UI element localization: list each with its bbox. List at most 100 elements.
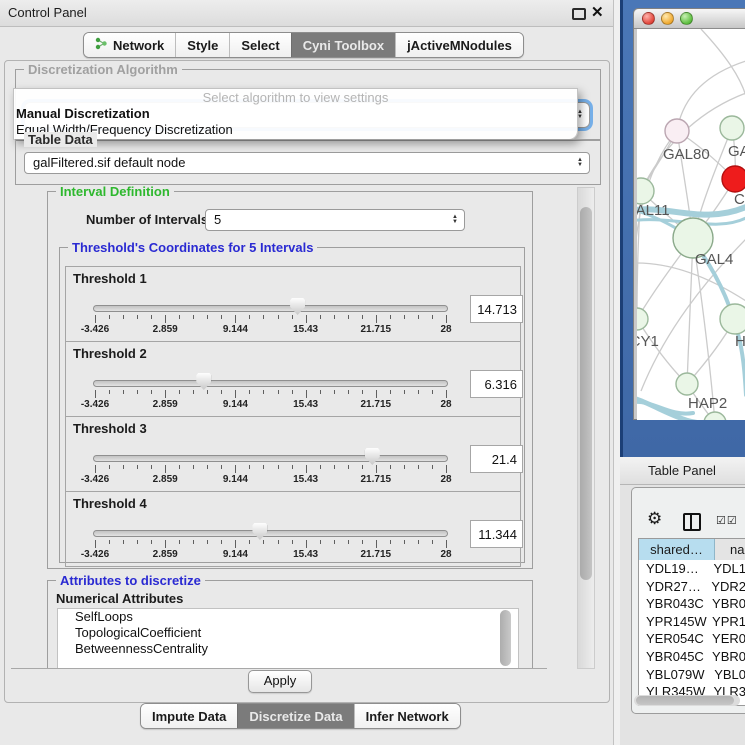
threshold-slider-thumb[interactable]	[365, 448, 380, 465]
slider-tick	[376, 540, 377, 548]
threshold-slider-thumb[interactable]	[290, 298, 305, 315]
algorithm-dropdown-hint: Select algorithm to view settings	[14, 89, 577, 106]
algorithm-dropdown-popup: Select algorithm to view settings Manual…	[13, 88, 578, 140]
close-traffic-light-icon[interactable]	[642, 12, 655, 25]
table-row[interactable]: YDR27…YDR2	[639, 578, 745, 596]
node-hap2[interactable]	[676, 373, 698, 395]
gear-icon[interactable]: ⚙	[647, 509, 662, 529]
tab-jactivemnodules[interactable]: jActiveMNodules	[395, 33, 523, 57]
tab-discretize-data[interactable]: Discretize Data	[237, 704, 353, 728]
node-label-ga: GA	[728, 143, 745, 160]
table-row[interactable]: YPR145WYPR1	[639, 613, 745, 631]
slider-tick	[123, 315, 124, 319]
algorithm-option-manual[interactable]: Manual Discretization	[14, 106, 577, 122]
thresholds-group-title: Threshold's Coordinates for 5 Intervals	[68, 240, 317, 255]
node-gcy1[interactable]	[637, 308, 648, 330]
network-canvas[interactable]: GAL80GACGAL11GAL4GCY1HHAP2	[637, 29, 745, 420]
slider-tick-label: 9.144	[223, 399, 248, 410]
table-row[interactable]: YBL079WYBL0	[639, 666, 745, 684]
number-of-intervals-combobox[interactable]: 5 ▲ ▼	[205, 209, 465, 231]
slider-tick	[165, 390, 166, 398]
tab-impute-data[interactable]: Impute Data	[141, 704, 237, 728]
table-cell: YDL19…	[639, 560, 710, 578]
threshold-value-field[interactable]: 11.344	[470, 520, 523, 548]
threshold-value-field[interactable]: 6.316	[470, 370, 523, 398]
slider-tick	[249, 315, 250, 319]
node-gal80[interactable]	[665, 119, 689, 143]
table-cell: YBL079W	[639, 666, 711, 684]
tab-network[interactable]: Network	[84, 33, 175, 57]
threshold-slider-track[interactable]	[93, 305, 448, 312]
table-hscrollbar-track[interactable]	[634, 695, 740, 706]
attributes-list-scrollbar[interactable]	[500, 610, 511, 666]
checkboxes-icon[interactable]: ☑☑	[716, 514, 738, 527]
threshold-slider-track[interactable]	[93, 530, 448, 537]
node-h[interactable]	[720, 304, 745, 334]
table-row[interactable]: YDL19…YDL1	[639, 560, 745, 578]
table-hscrollbar-thumb[interactable]	[636, 696, 734, 705]
slider-tick-label: 21.715	[361, 399, 392, 410]
attribute-item-selfloops[interactable]: SelfLoops	[58, 609, 518, 625]
slider-tick	[278, 465, 279, 469]
node-table[interactable]: shared…na YDL19…YDL1YDR27…YDR2YBR043CYBR…	[638, 538, 745, 706]
tab-label: jActiveMNodules	[407, 38, 512, 53]
column-header-shared-[interactable]: shared…	[639, 539, 715, 560]
table-panel: Table Panel ⚙ ☑☑ shared…na YDL19…YDL1YDR…	[620, 457, 745, 745]
algorithm-option-equal-width[interactable]: Equal Width/Frequency Discretization	[14, 122, 577, 138]
attribute-item-betweennesscentrality[interactable]: BetweennessCentrality	[58, 641, 518, 657]
table-row[interactable]: YER054CYER0	[639, 630, 745, 648]
column-header-na[interactable]: na	[715, 539, 745, 560]
minimize-traffic-light-icon[interactable]	[661, 12, 674, 25]
threshold-panel-3: Threshold 3-3.4262.8599.14415.4321.71528…	[65, 416, 521, 492]
network-edge	[701, 29, 745, 96]
discretization-algorithm-group-title: Discretization Algorithm	[24, 62, 182, 77]
threshold-label: Threshold 4	[73, 496, 147, 511]
float-window-icon[interactable]	[572, 8, 586, 20]
tab-cyni-toolbox[interactable]: Cyni Toolbox	[291, 33, 395, 57]
table-row[interactable]: YBR045CYBR0	[639, 648, 745, 666]
threshold-value-field[interactable]: 21.4	[470, 445, 523, 473]
slider-tick	[137, 540, 138, 544]
control-panel-window: Control Panel ✕ NetworkStyleSelectCyni T…	[0, 0, 614, 745]
node-label-gcy1: GCY1	[637, 333, 659, 350]
slider-tick	[165, 540, 166, 548]
attribute-item-topologicalcoefficient[interactable]: TopologicalCoefficient	[58, 625, 518, 641]
settings-scrollbar-track[interactable]	[577, 187, 595, 669]
table-cell: YPR1	[709, 613, 745, 631]
slider-tick	[348, 315, 349, 319]
threshold-value-field[interactable]: 14.713	[470, 295, 523, 323]
threshold-slider-thumb[interactable]	[196, 373, 211, 390]
slider-tick	[207, 540, 208, 544]
slider-tick	[137, 315, 138, 319]
threshold-panel-4: Threshold 4-3.4262.8599.14415.4321.71528…	[65, 491, 521, 567]
tab-style[interactable]: Style	[175, 33, 229, 57]
table-data-selected-value: galFiltered.sif default node	[33, 155, 185, 170]
columns-icon[interactable]	[683, 513, 701, 531]
node-ga[interactable]	[720, 116, 744, 140]
slider-tick	[320, 465, 321, 469]
close-icon[interactable]: ✕	[591, 3, 604, 21]
slider-tick	[334, 540, 335, 544]
slider-tick	[334, 465, 335, 469]
settings-scrollbar-thumb[interactable]	[580, 207, 592, 580]
node-red[interactable]	[722, 166, 745, 192]
slider-tick-label: -3.426	[81, 474, 109, 485]
tab-select[interactable]: Select	[229, 33, 290, 57]
zoom-traffic-light-icon[interactable]	[680, 12, 693, 25]
stepper-down-icon: ▼	[452, 220, 458, 225]
threshold-slider-thumb[interactable]	[252, 523, 267, 540]
threshold-slider-track[interactable]	[93, 380, 448, 387]
slider-tick-label: 9.144	[223, 324, 248, 335]
table-data-group: Table Data galFiltered.sif default node …	[15, 139, 601, 185]
slider-tick	[432, 390, 433, 394]
tab-infer-network[interactable]: Infer Network	[354, 704, 460, 728]
numerical-attributes-list[interactable]: SelfLoopsTopologicalCoefficientBetweenne…	[57, 608, 519, 669]
apply-button[interactable]: Apply	[248, 670, 312, 693]
network-icon	[95, 37, 108, 53]
table-row[interactable]: YBR043CYBR0	[639, 595, 745, 613]
slider-tick	[193, 465, 194, 469]
slider-tick	[235, 390, 236, 398]
table-cell: YPR145W	[639, 613, 709, 631]
table-data-combobox[interactable]: galFiltered.sif default node ▲ ▼	[24, 152, 590, 174]
threshold-slider-track[interactable]	[93, 455, 448, 462]
